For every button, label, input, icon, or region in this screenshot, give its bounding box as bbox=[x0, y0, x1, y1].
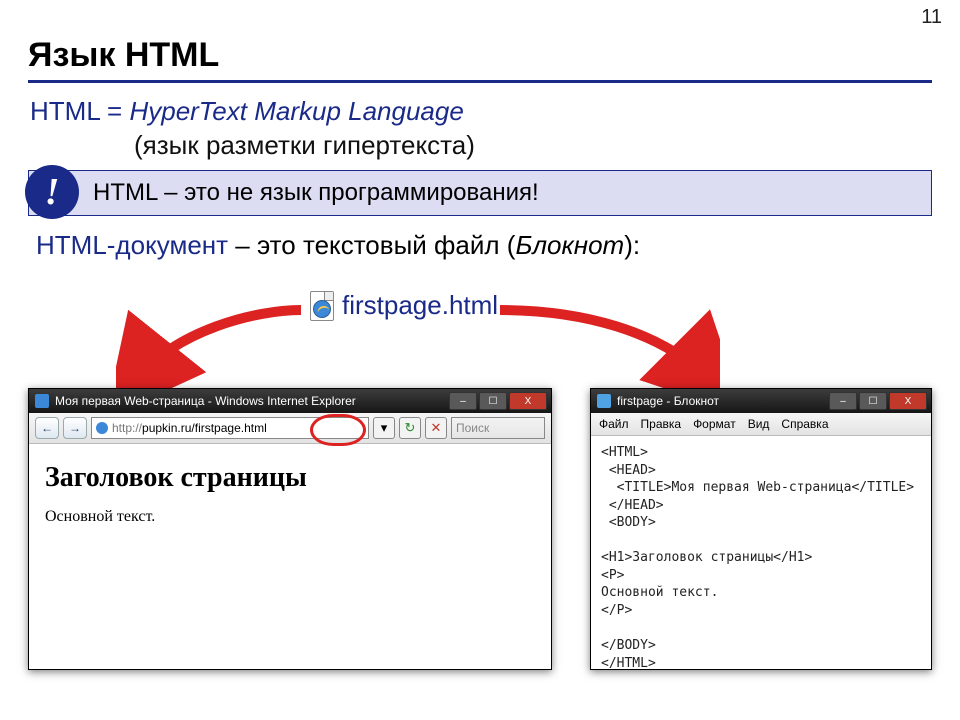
html-file-icon bbox=[310, 291, 334, 321]
menu-file[interactable]: Файл bbox=[599, 417, 629, 431]
file-chip: firstpage.html bbox=[310, 290, 498, 321]
document-line: HTML-документ – это текстовый файл (Блок… bbox=[36, 230, 640, 261]
stop-button[interactable]: ✕ bbox=[425, 417, 447, 439]
minimize-button[interactable]: – bbox=[449, 392, 477, 410]
definition-lhs: HTML = bbox=[30, 96, 129, 126]
notepad-menubar: Файл Правка Формат Вид Справка bbox=[591, 413, 931, 436]
arrow-left-icon bbox=[116, 300, 306, 390]
minimize-button[interactable]: – bbox=[829, 392, 857, 410]
notepad-title: firstpage - Блокнот bbox=[617, 394, 719, 408]
notepad-titlebar[interactable]: firstpage - Блокнот – ☐ X bbox=[591, 389, 931, 413]
browser-navbar: ← → http://pupkin.ru/firstpage.html ▾ ↻ … bbox=[29, 413, 551, 444]
definition-line-2: (язык разметки гипертекста) bbox=[134, 130, 475, 161]
arrow-right-icon bbox=[490, 300, 720, 390]
definition-line-1: HTML = HyperText Markup Language bbox=[30, 96, 464, 127]
menu-edit[interactable]: Правка bbox=[641, 417, 682, 431]
file-name: firstpage.html bbox=[342, 290, 498, 321]
refresh-button[interactable]: ↻ bbox=[399, 417, 421, 439]
nav-forward-button[interactable]: → bbox=[63, 417, 87, 439]
doc-line-italic: Блокнот bbox=[515, 230, 624, 260]
close-button[interactable]: X bbox=[889, 392, 927, 410]
menu-view[interactable]: Вид bbox=[748, 417, 770, 431]
definition-expansion: HyperText Markup Language bbox=[129, 96, 463, 126]
browser-title: Моя первая Web-страница - Windows Intern… bbox=[55, 394, 356, 408]
address-dropdown-button[interactable]: ▾ bbox=[373, 417, 395, 439]
address-ie-icon bbox=[96, 422, 108, 434]
doc-line-mid: – это текстовый файл ( bbox=[228, 230, 515, 260]
browser-titlebar[interactable]: Моя первая Web-страница - Windows Intern… bbox=[29, 389, 551, 413]
title-divider bbox=[28, 80, 932, 83]
notepad-window: firstpage - Блокнот – ☐ X Файл Правка Фо… bbox=[590, 388, 932, 670]
maximize-button[interactable]: ☐ bbox=[859, 392, 887, 410]
page-heading: Заголовок страницы bbox=[45, 462, 535, 494]
maximize-button[interactable]: ☐ bbox=[479, 392, 507, 410]
exclamation-icon: ! bbox=[25, 165, 79, 219]
slide-title: Язык HTML bbox=[28, 36, 219, 75]
page-body-text: Основной текст. bbox=[45, 508, 535, 526]
close-button[interactable]: X bbox=[509, 392, 547, 410]
page-number: 11 bbox=[921, 6, 942, 29]
menu-format[interactable]: Формат bbox=[693, 417, 736, 431]
menu-help[interactable]: Справка bbox=[781, 417, 828, 431]
browser-window: Моя первая Web-страница - Windows Intern… bbox=[28, 388, 552, 670]
doc-line-key: HTML-документ bbox=[36, 230, 228, 260]
url-highlight-oval bbox=[310, 414, 366, 446]
browser-viewport: Заголовок страницы Основной текст. bbox=[29, 444, 551, 540]
nav-back-button[interactable]: ← bbox=[35, 417, 59, 439]
alert-box: ! HTML – это не язык программирования! bbox=[28, 170, 932, 216]
address-bar[interactable]: http://pupkin.ru/firstpage.html bbox=[91, 417, 369, 439]
ie-icon bbox=[35, 394, 49, 408]
alert-text: HTML – это не язык программирования! bbox=[93, 179, 539, 207]
address-url: pupkin.ru/firstpage.html bbox=[142, 421, 267, 435]
doc-line-end: ): bbox=[624, 230, 640, 260]
notepad-text-area[interactable]: <HTML> <HEAD> <TITLE>Моя первая Web-стра… bbox=[591, 436, 931, 680]
notepad-icon bbox=[597, 394, 611, 408]
address-protocol: http:// bbox=[112, 421, 142, 435]
search-input[interactable]: Поиск bbox=[451, 417, 545, 439]
